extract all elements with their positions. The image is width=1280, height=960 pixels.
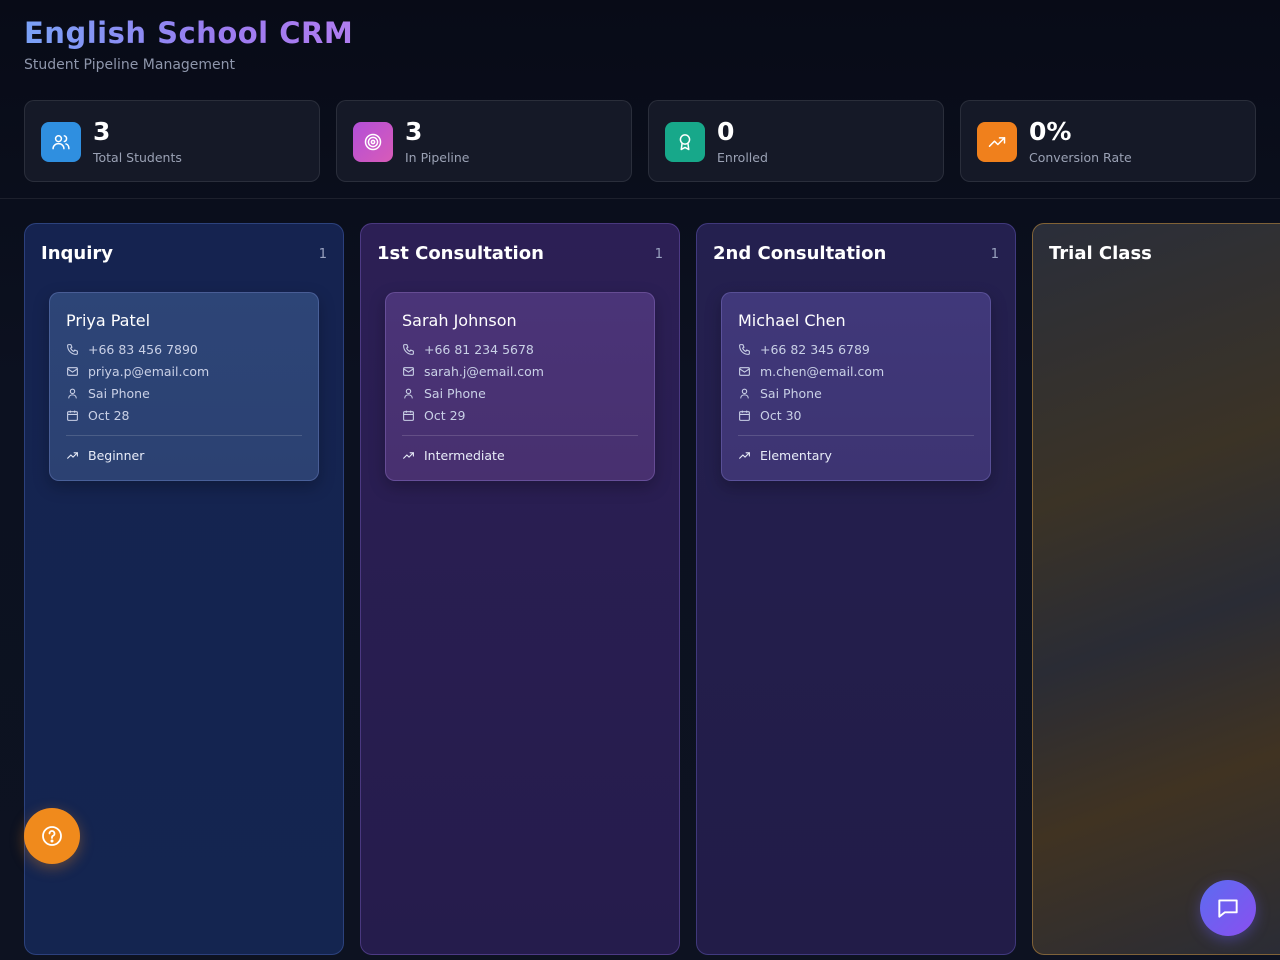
card-divider [402, 435, 638, 436]
level-text: Elementary [760, 448, 832, 463]
header-divider [0, 198, 1280, 199]
mail-icon [67, 366, 78, 376]
student-name: Priya Patel [66, 311, 151, 330]
phone-text: +66 82 345 6789 [760, 341, 870, 357]
stat-label: Enrolled [717, 150, 768, 165]
email-row: sarah.j@email.com [402, 363, 544, 379]
trending-up-icon [403, 452, 414, 459]
date-text: Oct 29 [424, 407, 466, 423]
stat-label: In Pipeline [405, 150, 470, 165]
stats-bar: 3 Total Students 3 In Pipeline 0 Enrolle… [24, 100, 1256, 182]
app-title: English School CRM [24, 16, 354, 50]
email-text: m.chen@email.com [760, 363, 885, 379]
email-row: m.chen@email.com [738, 363, 884, 379]
stat-card-conversion-rate: 0% Conversion Rate [960, 100, 1256, 182]
email-row: priya.p@email.com [66, 363, 209, 379]
column-title: 2nd Consultation [713, 243, 887, 264]
phone-icon [67, 343, 78, 355]
column-title: Inquiry [41, 243, 113, 264]
phone-row: +66 81 234 5678 [402, 341, 534, 357]
pipeline-column-trial-class: Trial Class [1032, 223, 1280, 955]
column-title: 1st Consultation [377, 243, 544, 264]
user-icon [68, 388, 77, 398]
user-icon [404, 388, 413, 398]
column-title: Trial Class [1049, 243, 1152, 264]
trending-up-icon [67, 452, 78, 459]
help-button[interactable] [24, 808, 80, 864]
assignee-row: Sai Phone [66, 385, 150, 401]
target-icon [353, 122, 393, 162]
phone-icon [403, 343, 414, 355]
calendar-icon [403, 410, 414, 421]
stat-card-total-students: 3 Total Students [24, 100, 320, 182]
message-square-icon [1218, 899, 1238, 918]
date-row: Oct 28 [66, 407, 130, 423]
student-name: Sarah Johnson [402, 311, 517, 330]
trending-up-icon [977, 122, 1017, 162]
level-text: Beginner [88, 448, 145, 463]
level-row: Beginner [66, 448, 144, 463]
stat-value: 3 [405, 117, 423, 146]
card-divider [66, 435, 302, 436]
trending-up-icon [739, 452, 750, 459]
page-header: English School CRM Student Pipeline Mana… [24, 14, 353, 73]
assignee-row: Sai Phone [738, 385, 822, 401]
pipeline-column-1st-consultation: 1st Consultation 1 Sarah Johnson +66 81 … [360, 223, 680, 955]
users-icon [41, 122, 81, 162]
phone-icon [739, 343, 750, 355]
stat-value: 3 [93, 117, 111, 146]
level-text: Intermediate [424, 448, 505, 463]
calendar-icon [739, 410, 750, 421]
pipeline-column-2nd-consultation: 2nd Consultation 1 Michael Chen +66 82 3… [696, 223, 1016, 955]
level-row: Intermediate [402, 448, 505, 463]
email-text: priya.p@email.com [88, 363, 210, 379]
stat-value: 0 [717, 117, 735, 146]
assignee-text: Sai Phone [88, 385, 150, 401]
help-circle-icon [42, 826, 62, 846]
chat-button[interactable] [1200, 880, 1256, 936]
mail-icon [739, 366, 750, 376]
card-divider [738, 435, 974, 436]
level-row: Elementary [738, 448, 832, 463]
date-row: Oct 30 [738, 407, 802, 423]
app-subtitle: Student Pipeline Management [24, 57, 236, 73]
student-name: Michael Chen [738, 311, 846, 330]
student-card[interactable]: Michael Chen +66 82 345 6789 m.chen@emai… [721, 292, 991, 481]
phone-row: +66 83 456 7890 [66, 341, 198, 357]
award-icon [665, 122, 705, 162]
user-icon [740, 388, 749, 398]
phone-text: +66 81 234 5678 [424, 341, 534, 357]
mail-icon [403, 366, 414, 376]
phone-row: +66 82 345 6789 [738, 341, 870, 357]
column-count: 1 [318, 247, 327, 262]
column-count: 1 [654, 247, 663, 262]
date-row: Oct 29 [402, 407, 466, 423]
student-card[interactable]: Priya Patel +66 83 456 7890 priya.p@emai… [49, 292, 319, 481]
student-card[interactable]: Sarah Johnson +66 81 234 5678 sarah.j@em… [385, 292, 655, 481]
stat-value: 0% [1029, 117, 1072, 146]
calendar-icon [67, 410, 78, 421]
phone-text: +66 83 456 7890 [88, 341, 198, 357]
assignee-text: Sai Phone [424, 385, 486, 401]
assignee-text: Sai Phone [760, 385, 822, 401]
column-count: 1 [990, 247, 999, 262]
stat-label: Conversion Rate [1029, 150, 1132, 165]
date-text: Oct 30 [760, 407, 802, 423]
stat-label: Total Students [93, 150, 182, 165]
date-text: Oct 28 [88, 407, 130, 423]
stat-card-enrolled: 0 Enrolled [648, 100, 944, 182]
email-text: sarah.j@email.com [424, 363, 544, 379]
assignee-row: Sai Phone [402, 385, 486, 401]
stat-card-in-pipeline: 3 In Pipeline [336, 100, 632, 182]
